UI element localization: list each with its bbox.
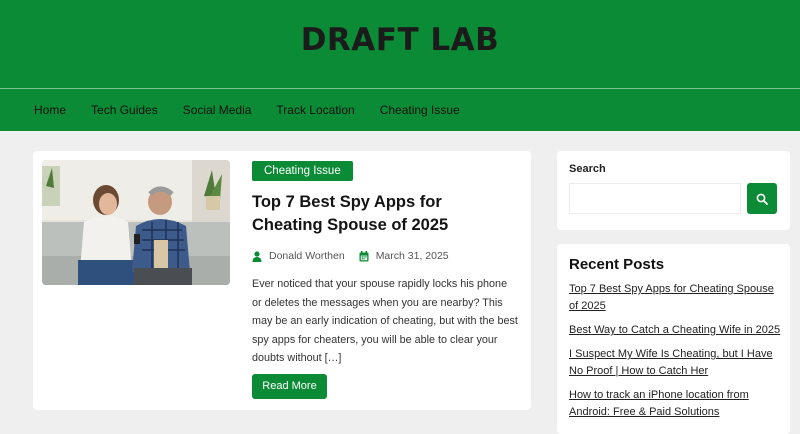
search-widget: Search <box>557 151 790 230</box>
header-divider <box>0 88 800 89</box>
nav-item-home[interactable]: Home <box>34 103 66 117</box>
main-nav: Home Tech Guides Social Media Track Loca… <box>34 103 485 117</box>
calendar-icon <box>359 250 369 261</box>
post-author[interactable]: Donald Worthen <box>269 250 345 262</box>
recent-post-link[interactable]: Top 7 Best Spy Apps for Cheating Spouse … <box>569 283 774 312</box>
recent-post-link[interactable]: I Suspect My Wife Is Cheating, but I Hav… <box>569 348 773 377</box>
category-badge[interactable]: Cheating Issue <box>252 161 353 181</box>
search-icon <box>756 193 768 205</box>
recent-posts-title: Recent Posts <box>569 256 665 273</box>
list-item: I Suspect My Wife Is Cheating, but I Hav… <box>569 346 781 380</box>
post-title[interactable]: Top 7 Best Spy Apps for Cheating Spouse … <box>252 191 512 237</box>
nav-item-cheating-issue[interactable]: Cheating Issue <box>380 103 460 117</box>
site-header: DRAFT LAB Home Tech Guides Social Media … <box>0 0 800 131</box>
nav-item-track-location[interactable]: Track Location <box>276 103 354 117</box>
user-icon <box>252 250 262 262</box>
couple-photo <box>42 160 230 285</box>
list-item: How to track an iPhone location from And… <box>569 387 781 421</box>
post-meta: Donald Worthen March 31, 2025 <box>252 250 449 262</box>
site-title[interactable]: DRAFT LAB <box>0 22 800 58</box>
search-label: Search <box>569 163 606 175</box>
recent-post-link[interactable]: Best Way to Catch a Cheating Wife in 202… <box>569 324 780 336</box>
post-thumbnail[interactable] <box>42 160 230 285</box>
search-button[interactable] <box>747 183 777 214</box>
read-more-button[interactable]: Read More <box>252 374 327 399</box>
search-input[interactable] <box>569 183 741 214</box>
list-item: Best Way to Catch a Cheating Wife in 202… <box>569 322 781 339</box>
list-item: Top 7 Best Spy Apps for Cheating Spouse … <box>569 281 781 315</box>
nav-item-tech-guides[interactable]: Tech Guides <box>91 103 158 117</box>
recent-post-link[interactable]: How to track an iPhone location from And… <box>569 389 749 418</box>
post-date[interactable]: March 31, 2025 <box>376 250 449 262</box>
post-excerpt: Ever noticed that your spouse rapidly lo… <box>252 278 518 364</box>
recent-posts-widget: Recent Posts Top 7 Best Spy Apps for Che… <box>557 244 790 434</box>
nav-item-social-media[interactable]: Social Media <box>183 103 252 117</box>
recent-posts-list: Top 7 Best Spy Apps for Cheating Spouse … <box>569 281 781 428</box>
post-card: Cheating Issue Top 7 Best Spy Apps for C… <box>33 151 531 410</box>
